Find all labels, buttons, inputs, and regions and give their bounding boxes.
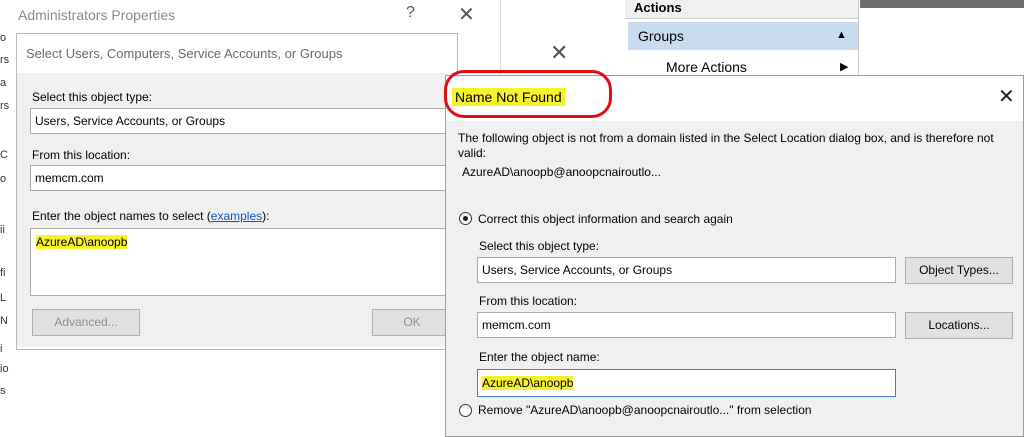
actions-toolbar-bar — [860, 0, 1024, 8]
strip-char: i — [0, 343, 3, 355]
strip-char: N — [0, 315, 8, 327]
nnf-object-name-text: AzureAD\anoopb — [482, 376, 574, 390]
object-names-text: AzureAD\anoopb — [36, 235, 128, 249]
close-icon[interactable]: ✕ — [458, 2, 475, 27]
object-types-button[interactable]: Object Types... — [905, 257, 1013, 284]
object-type-field: Users, Service Accounts, or Groups — [30, 108, 450, 134]
object-names-label: Enter the object names to select (exampl… — [32, 209, 269, 223]
select-users-title: Select Users, Computers, Service Account… — [26, 46, 343, 61]
close-icon[interactable]: ✕ — [998, 84, 1015, 109]
strip-char: o — [0, 32, 7, 44]
remove-option-radio[interactable] — [459, 404, 472, 417]
advanced-button[interactable]: Advanced... — [32, 309, 140, 336]
location-label: From this location: — [32, 148, 131, 162]
strip-char: a — [0, 77, 7, 89]
location-field: memcm.com — [30, 165, 450, 191]
strip-char: C — [0, 149, 8, 161]
strip-char: rs — [0, 100, 10, 112]
strip-char: ii — [0, 224, 5, 236]
radio-selected-dot — [463, 216, 468, 221]
object-names-label-suffix: ): — [262, 209, 270, 223]
help-icon[interactable]: ? — [406, 4, 415, 22]
close-icon[interactable]: ✕ — [550, 40, 568, 66]
actions-divider — [858, 0, 859, 80]
submenu-arrow-icon: ▶ — [840, 61, 849, 73]
annotation-circle — [444, 70, 612, 118]
strip-char: io — [0, 363, 9, 375]
collapse-arrow-icon[interactable]: ▲ — [836, 29, 847, 41]
administrators-properties-title: Administrators Properties — [18, 7, 176, 23]
nnf-object-name-input[interactable]: AzureAD\anoopb — [477, 369, 896, 397]
correct-option-radio[interactable] — [459, 212, 472, 225]
ok-button[interactable]: OK — [372, 309, 452, 336]
strip-char: o — [0, 173, 7, 185]
object-names-label-prefix: Enter the object names to select ( — [32, 209, 211, 223]
nnf-object-name-label: Enter the object name: — [479, 350, 600, 364]
nnf-location-label: From this location: — [479, 294, 578, 308]
strip-char: fi — [0, 267, 6, 279]
left-strip-text: o rs a rs C o ii fi L N i io s — [0, 30, 10, 437]
nnf-object-type-label: Select this object type: — [479, 239, 600, 253]
object-type-label: Select this object type: — [32, 90, 153, 104]
more-actions-item[interactable]: More Actions — [666, 59, 747, 75]
invalid-object-name: AzureAD\anoopb@anoopcnairoutlo... — [462, 165, 661, 179]
nnf-location-field: memcm.com — [477, 312, 896, 338]
correct-option-label[interactable]: Correct this object information and sear… — [478, 212, 733, 226]
nnf-object-type-field: Users, Service Accounts, or Groups — [477, 257, 896, 283]
actions-header-label: Actions — [634, 0, 682, 15]
strip-char: L — [0, 292, 7, 304]
examples-link[interactable]: examples — [211, 209, 262, 223]
strip-char: rs — [0, 54, 10, 66]
object-names-value: AzureAD\anoopb — [36, 234, 388, 250]
locations-button[interactable]: Locations... — [905, 312, 1013, 339]
error-message: The following object is not from a domai… — [458, 131, 994, 160]
remove-option-label[interactable]: Remove "AzureAD\anoopb@anoopcnairoutlo..… — [478, 403, 812, 417]
actions-groups-label: Groups — [638, 28, 684, 44]
strip-char: s — [0, 385, 6, 397]
